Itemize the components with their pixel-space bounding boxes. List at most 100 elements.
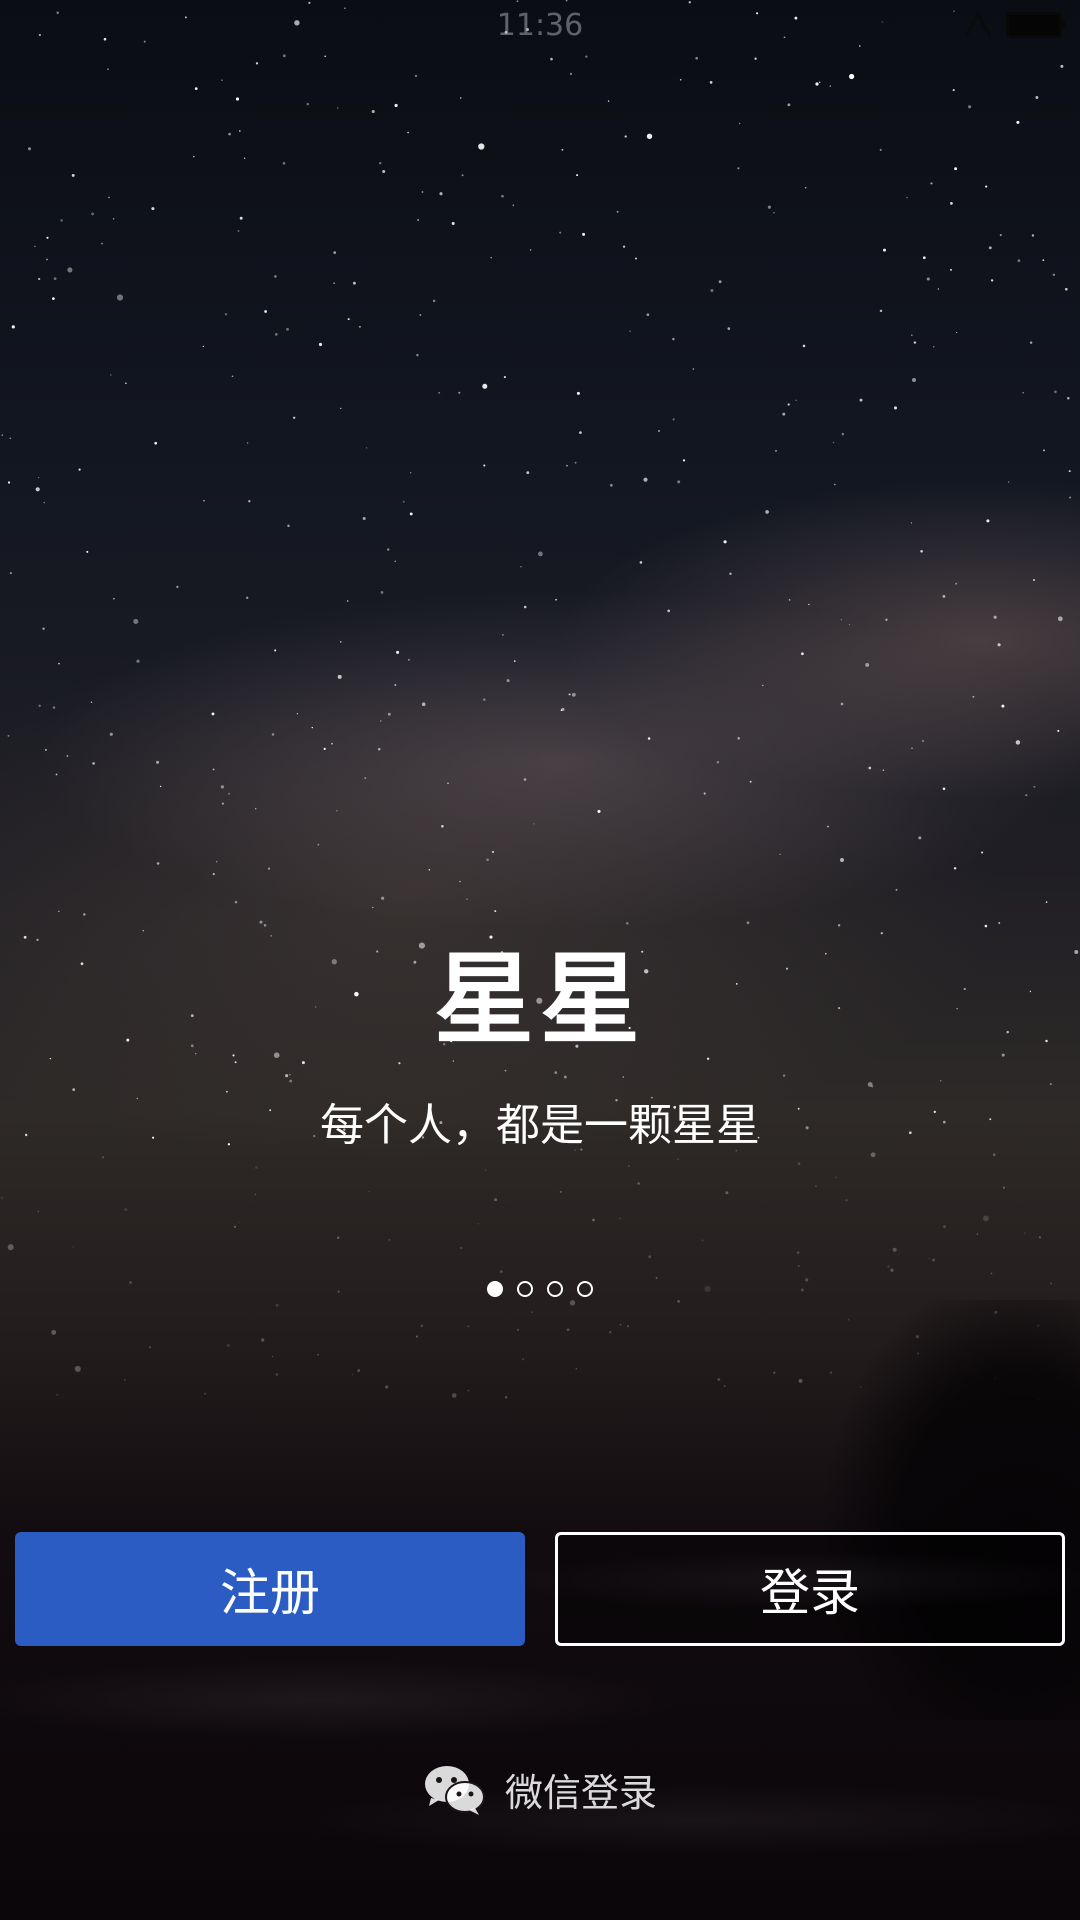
star: [868, 766, 872, 770]
star: [802, 344, 806, 348]
star: [58, 662, 60, 665]
star: [917, 1352, 919, 1355]
star: [7, 734, 10, 737]
star: [407, 658, 410, 661]
star: [677, 480, 681, 484]
star: [529, 249, 532, 251]
star: [482, 383, 488, 389]
star: [7, 1244, 14, 1251]
star: [531, 1311, 533, 1313]
star: [829, 85, 831, 87]
login-button[interactable]: 登录: [555, 1532, 1065, 1646]
star: [46, 236, 49, 239]
star: [286, 327, 289, 331]
star: [972, 695, 975, 698]
star: [483, 698, 486, 701]
star: [579, 431, 582, 434]
star: [282, 161, 286, 165]
star: [494, 910, 497, 913]
page-dot-3[interactable]: [547, 1281, 563, 1297]
page-dot-4[interactable]: [577, 1281, 593, 1297]
star: [432, 299, 436, 303]
star: [955, 331, 958, 334]
star: [990, 279, 994, 282]
star: [368, 1190, 370, 1193]
star: [246, 596, 249, 599]
star: [942, 595, 946, 598]
star: [737, 167, 740, 170]
star: [619, 1323, 622, 1326]
star: [136, 1097, 139, 1100]
star: [647, 737, 651, 740]
star: [36, 938, 39, 942]
star: [723, 540, 727, 544]
star: [255, 1166, 258, 1169]
star: [561, 707, 565, 711]
star: [1033, 785, 1036, 788]
star: [394, 684, 397, 686]
star: [566, 464, 568, 467]
star: [49, 1057, 52, 1060]
star: [51, 1329, 57, 1335]
status-time: 11:36: [496, 8, 584, 43]
page-dot-2[interactable]: [517, 1281, 533, 1297]
star: [195, 1053, 197, 1055]
app-slogan: 每个人，都是一颗星星: [320, 1100, 760, 1151]
signal-icon: [964, 12, 992, 37]
star: [107, 68, 109, 70]
star: [922, 256, 926, 260]
star: [1001, 704, 1005, 708]
star: [717, 1378, 721, 1381]
star: [340, 407, 342, 410]
star: [502, 634, 504, 636]
star: [255, 62, 259, 65]
page-dot-1[interactable]: [487, 1281, 503, 1297]
star: [918, 836, 922, 840]
star: [67, 267, 73, 273]
star: [38, 704, 41, 707]
star: [559, 1190, 562, 1193]
star: [787, 403, 790, 406]
star: [388, 1239, 391, 1241]
star: [484, 1169, 487, 1171]
star: [775, 450, 777, 452]
star: [1045, 901, 1048, 903]
star: [459, 97, 462, 99]
star: [994, 1377, 997, 1380]
star: [494, 1198, 498, 1202]
star: [725, 1191, 729, 1195]
star: [402, 500, 405, 503]
star: [274, 649, 277, 652]
star: [151, 207, 155, 211]
star: [72, 1088, 76, 1091]
star: [380, 720, 382, 722]
wechat-login-button[interactable]: 微信登录: [0, 1762, 1080, 1817]
star: [1052, 273, 1056, 276]
star: [234, 1061, 237, 1064]
star: [937, 288, 940, 290]
star: [677, 1158, 679, 1160]
star: [1060, 64, 1064, 68]
star: [421, 191, 424, 193]
star: [492, 850, 494, 853]
star: [754, 57, 757, 60]
star: [679, 79, 682, 81]
star: [677, 1299, 680, 1303]
star: [340, 641, 342, 643]
star: [212, 768, 215, 771]
star: [943, 1225, 946, 1229]
star: [865, 662, 870, 667]
star: [746, 921, 750, 925]
star: [380, 590, 384, 594]
star: [1022, 391, 1024, 394]
star: [840, 858, 844, 862]
star: [46, 258, 48, 261]
register-button[interactable]: 注册: [15, 1532, 525, 1646]
star: [1007, 481, 1010, 483]
star: [382, 169, 386, 174]
star: [232, 1054, 235, 1057]
star: [765, 510, 769, 514]
star: [377, 747, 381, 751]
star: [622, 245, 626, 248]
star: [43, 501, 45, 504]
